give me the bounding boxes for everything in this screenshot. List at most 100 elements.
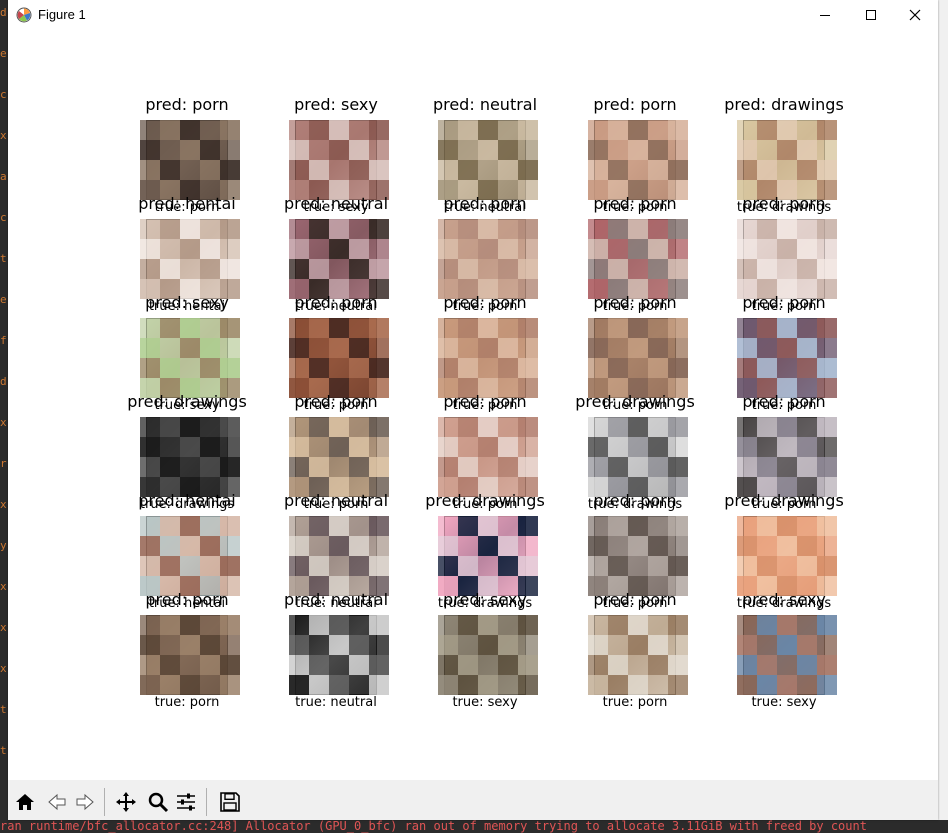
console-error-line: ran runtime/bfc_allocator.cc:248] Alloca… [0, 820, 867, 833]
configure-subplots-button[interactable] [172, 788, 200, 816]
true-label: true: sexy [751, 695, 817, 710]
editor-glyph: t [0, 703, 7, 716]
subplot-cell: pred: drawings true: drawings [709, 491, 859, 612]
pred-label: pred: drawings [724, 491, 844, 510]
editor-glyph: c [0, 211, 7, 224]
editor-glyph: x [0, 621, 7, 634]
editor-glyph: y [0, 539, 7, 552]
true-label: true: porn [602, 695, 668, 710]
pred-label: pred: drawings [425, 491, 545, 510]
subplot-cell: pred: porn true: porn [261, 393, 411, 512]
forward-arrow-icon [76, 793, 94, 811]
pixelated-overlay [438, 417, 538, 497]
window-title: Figure 1 [38, 7, 86, 22]
subplot-cell: pred: porn true: porn [709, 392, 859, 512]
pixelated-overlay [737, 417, 837, 497]
pred-label: pred: sexy [443, 590, 527, 609]
pixelated-overlay [289, 417, 389, 497]
pred-label: pred: porn [742, 392, 826, 411]
pred-label: pred: porn [294, 293, 378, 312]
pixelated-overlay [289, 615, 389, 695]
pred-label: pred: neutral [283, 491, 389, 510]
pred-label: pred: neutral [432, 95, 538, 114]
subplot-cell: pred: porn true: porn [112, 95, 262, 215]
sliders-icon [177, 793, 195, 811]
move-icon [116, 792, 136, 812]
editor-glyph: d [0, 375, 7, 388]
pixelated-overlay [438, 120, 538, 200]
pred-label: pred: neutral [283, 590, 389, 609]
save-button[interactable] [216, 788, 244, 816]
zoom-icon [148, 792, 169, 813]
pixelated-overlay [140, 318, 240, 398]
figure-canvas[interactable]: pred: porn true: porn pred: sexy true: sexy… [8, 30, 938, 780]
maximize-icon [866, 10, 876, 20]
pixelated-overlay [588, 417, 688, 497]
subplot-cell: pred: neutral true: neutral [261, 195, 411, 314]
close-icon [909, 9, 921, 21]
editor-glyph: a [0, 170, 7, 183]
pan-button[interactable] [112, 788, 140, 816]
minimize-icon [820, 15, 830, 16]
forward-button[interactable] [71, 788, 99, 816]
pixelated-overlay [737, 120, 837, 200]
true-label: true: neutral [295, 695, 377, 710]
subplot-cell: pred: porn true: porn [410, 195, 560, 314]
pixelated-overlay [588, 516, 688, 596]
pred-label: pred: porn [145, 95, 229, 114]
pixelated-overlay [737, 318, 837, 398]
subplot-cell: pred: porn true: porn [560, 96, 710, 215]
subplot-cell: pred: neutral true: neutral [261, 590, 411, 710]
back-button[interactable] [43, 788, 71, 816]
editor-glyph: f [0, 334, 7, 347]
subplot-cell: pred: neutral true: neutral [261, 491, 411, 611]
subplot-cell: pred: porn true: porn [709, 195, 859, 314]
pred-label: pred: hentai [138, 491, 236, 510]
pred-label: pred: porn [145, 590, 229, 609]
close-button[interactable] [892, 0, 938, 30]
pred-label: pred: hentai [138, 194, 236, 213]
subplot-cell: pred: porn true: porn [560, 293, 710, 413]
pixelated-overlay [289, 219, 389, 299]
subplot-cell: pred: porn true: porn [560, 491, 710, 611]
subplot-cell: pred: drawings true: drawings [709, 95, 859, 216]
subplot-cell: pred: sexy true: sexy [112, 293, 262, 413]
maximize-button[interactable] [848, 0, 894, 30]
editor-glyph: e [0, 47, 7, 60]
pred-label: pred: sexy [742, 590, 826, 609]
subplot-cell: pred: porn true: porn [560, 590, 710, 710]
pixelated-overlay [140, 615, 240, 695]
subplot-cell: pred: hentai true: hentai [112, 194, 262, 314]
minimize-button[interactable] [802, 0, 848, 30]
pred-label: pred: porn [593, 293, 677, 312]
pixelated-overlay [140, 417, 240, 497]
pixelated-overlay [438, 615, 538, 695]
pred-label: pred: porn [742, 293, 826, 312]
pixelated-overlay [140, 516, 240, 596]
pixelated-overlay [140, 120, 240, 200]
editor-glyph: t [0, 744, 7, 757]
pred-label: pred: drawings [724, 95, 844, 114]
pred-label: pred: porn [443, 392, 527, 411]
pixelated-overlay [588, 219, 688, 299]
subplot-cell: pred: drawings true: drawings [410, 491, 560, 612]
save-icon [220, 792, 240, 812]
pixelated-overlay [737, 516, 837, 596]
subplot-cell: pred: porn true: porn [261, 293, 411, 413]
pixelated-overlay [588, 615, 688, 695]
subplot-cell: pred: hentai true: hentai [112, 491, 262, 611]
subplot-cell: pred: sexy true: sexy [261, 96, 411, 215]
pred-label: pred: porn [593, 590, 677, 609]
zoom-button[interactable] [144, 788, 172, 816]
pixelated-overlay [737, 615, 837, 695]
home-button[interactable] [11, 788, 39, 816]
title-bar[interactable]: Figure 1 [8, 0, 938, 30]
pred-label: pred: sexy [145, 293, 229, 312]
editor-glyph: t [0, 252, 7, 265]
pred-label: pred: porn [593, 194, 677, 213]
subplot-cell: pred: sexy true: sexy [410, 590, 560, 710]
subplot-cell: pred: porn true: porn [112, 590, 262, 710]
pred-label: pred: drawings [575, 392, 695, 411]
pred-label: pred: porn [593, 491, 677, 510]
pixelated-overlay [438, 219, 538, 299]
